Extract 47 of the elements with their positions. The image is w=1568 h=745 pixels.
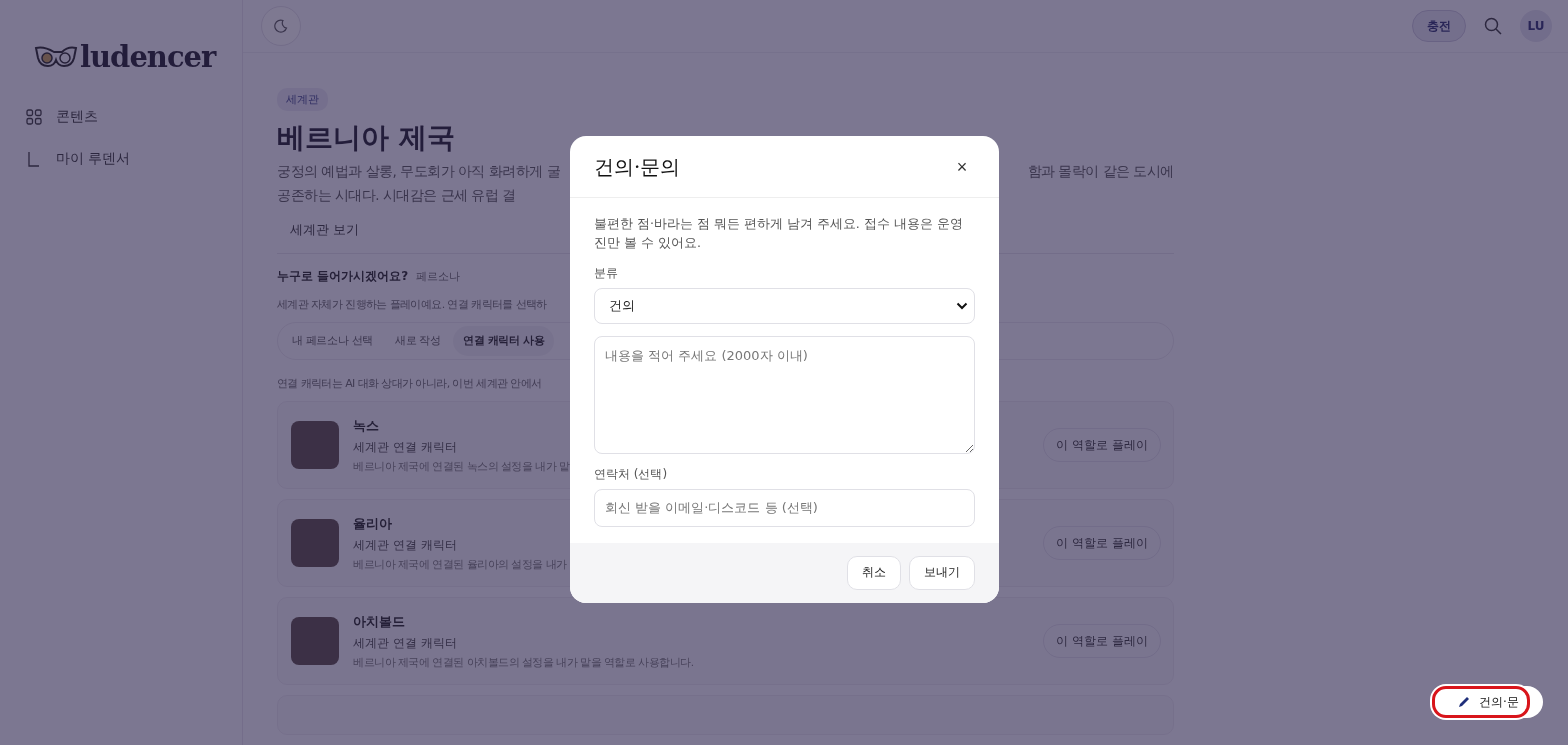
category-badge: 세계관 [277,88,328,111]
logo[interactable]: ludencer [34,40,242,74]
nav-item[interactable]: 콘텐츠 [26,108,242,126]
persona-tab[interactable]: 내 페르소나 선택 [282,326,383,356]
photo-placeholder [291,519,339,567]
contact-field[interactable]: 회신 받을 이메일·디스코드 등 (선택) [594,488,975,527]
character-name: 율리아 [353,514,393,533]
persona-question: 누구로 들어가시겠어요? [277,268,409,285]
theme-toggle-button[interactable] [261,6,301,46]
contact-label: 연락처 (선택) [594,465,669,483]
category-select[interactable]: 건의 [594,287,975,324]
dialog-intro: 불편한 점·바라는 점 뭐든 편하게 남겨 주세요. 접수 내용은 운영진만 볼 수 있어요. [594,215,964,253]
persona-tab[interactable]: 새로 작성 [385,326,451,356]
play-role-button[interactable]: 이 역할로 플레이 [1043,526,1161,560]
nav-item[interactable]: 마이 루덴서 [26,150,242,168]
play-role-button[interactable]: 이 역할로 플레이 [1043,624,1161,658]
owl-eyes-icon [34,44,78,70]
character-role: 세계관 연결 캐릭터 [353,438,458,456]
corner-icon [26,151,42,167]
photo-placeholder [291,421,339,469]
world-description: 공존하는 시대다. 시대감은 근세 유럽 결 [277,187,517,205]
send-button[interactable]: 보내기 [909,555,975,590]
charge-button[interactable]: 충전 [1412,10,1466,42]
world-description: 궁정의 예법과 살롱, 무도회가 아직 화려하게 굴 [277,163,561,181]
search-icon[interactable] [1484,17,1502,35]
pencil-icon [1457,695,1471,709]
chevron-down-icon [956,301,968,310]
dialog-title: 건의·문의 [594,154,681,181]
category-label: 분류 [594,264,619,282]
view-world-link[interactable]: 세계관 보기 [277,217,373,243]
world-title: 베르니아 제국 [277,120,456,156]
play-role-button[interactable]: 이 역할로 플레이 [1043,428,1161,462]
character-role: 세계관 연결 캐릭터 [353,634,458,652]
world-description: 함과 몰락이 같은 도시에 [1027,163,1174,181]
character-role: 세계관 연결 캐릭터 [353,536,458,554]
character-name: 녹스 [353,416,380,435]
message-field[interactable]: 내용을 적어 주세요 (2000자 이내) [594,335,975,454]
grid-icon [26,109,42,125]
user-avatar[interactable]: LU [1520,10,1552,42]
persona-tag: 페르소나 [416,269,461,284]
moon-icon [274,19,288,33]
close-button[interactable]: × [949,154,975,181]
persona-tab[interactable]: 연결 캐릭터 사용 [452,326,555,356]
feedback-button[interactable]: 건의·문 [1432,686,1530,718]
photo-placeholder [291,617,339,665]
character-name: 아치볼드 [353,612,406,631]
cancel-button[interactable]: 취소 [847,555,901,590]
